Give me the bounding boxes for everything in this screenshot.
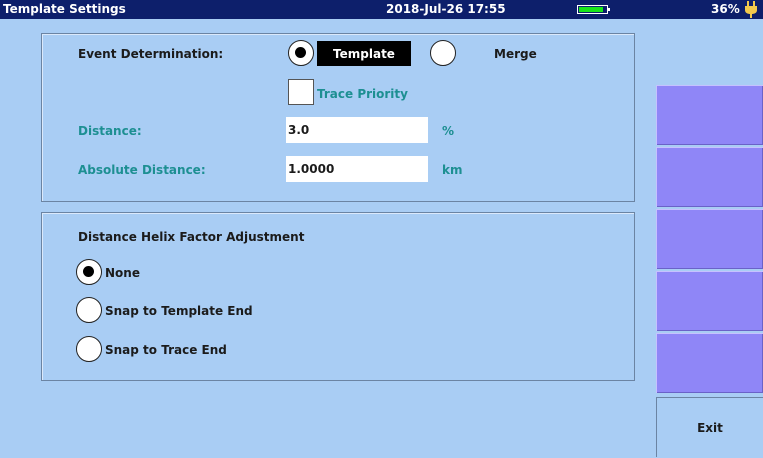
merge-option[interactable]: Merge (494, 47, 537, 61)
exit-button[interactable]: Exit (656, 397, 763, 457)
status-bar: Template Settings 2018-Jul-26 17:55 36% (0, 0, 763, 19)
power-plug-icon (745, 1, 757, 18)
distance-field[interactable]: 3.0 (286, 117, 428, 143)
snap-trace-end-radio[interactable] (76, 336, 102, 362)
side-button-2[interactable] (656, 147, 763, 207)
window-title: Template Settings (3, 2, 126, 16)
distance-unit: % (442, 124, 455, 138)
trace-priority-label[interactable]: Trace Priority (317, 87, 408, 101)
side-button-4[interactable] (656, 271, 763, 331)
datetime: 2018-Jul-26 17:55 (386, 2, 506, 16)
event-determination-label: Event Determination: (78, 47, 224, 61)
snap-template-end-radio[interactable] (76, 297, 102, 323)
distance-label: Distance: (78, 124, 142, 138)
battery-percent: 36% (711, 2, 740, 16)
snap-trace-end-label[interactable]: Snap to Trace End (105, 343, 227, 357)
helix-none-label[interactable]: None (105, 266, 140, 280)
helix-none-radio[interactable] (76, 259, 102, 285)
side-button-5[interactable] (656, 333, 763, 393)
absolute-distance-field[interactable]: 1.0000 (286, 156, 428, 182)
battery-icon (577, 5, 610, 14)
absolute-distance-unit: km (442, 163, 463, 177)
snap-template-end-label[interactable]: Snap to Template End (105, 304, 253, 318)
side-button-3[interactable] (656, 209, 763, 269)
side-button-1[interactable] (656, 85, 763, 145)
template-radio[interactable] (288, 40, 314, 66)
trace-priority-checkbox[interactable] (288, 79, 314, 105)
absolute-distance-label: Absolute Distance: (78, 163, 206, 177)
battery-fill (579, 7, 603, 12)
template-option[interactable]: Template (317, 41, 411, 66)
merge-radio[interactable] (430, 40, 456, 66)
helix-heading: Distance Helix Factor Adjustment (78, 230, 305, 244)
